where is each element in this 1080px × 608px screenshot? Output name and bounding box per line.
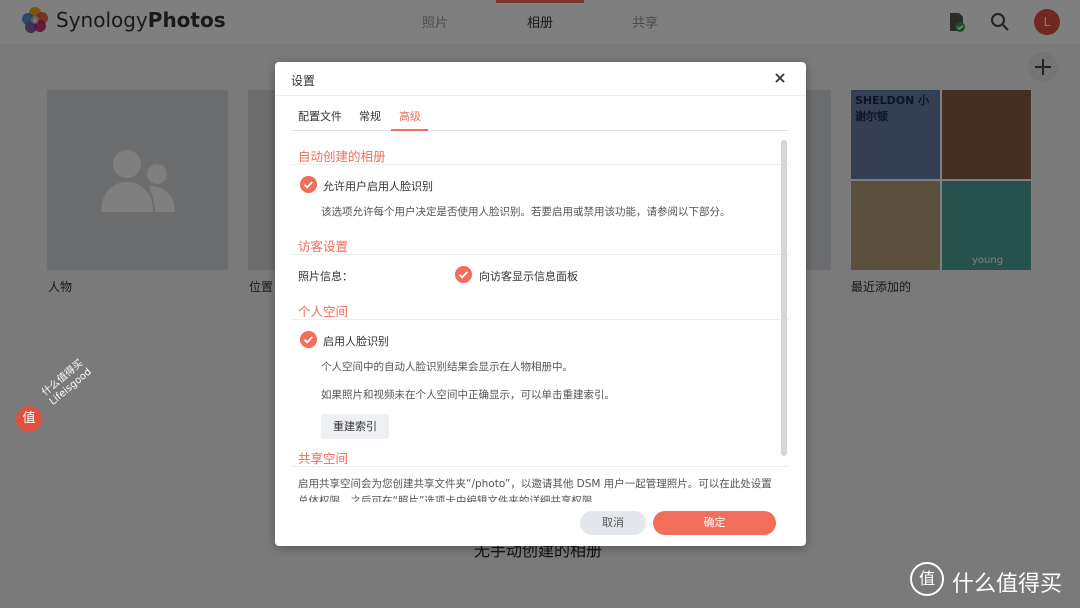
personal-face-desc: 个人空间中的自动人脸识别结果会显示在人物相册中。 bbox=[321, 361, 573, 373]
tab-advanced[interactable]: 高级 bbox=[399, 108, 421, 124]
settings-dialog: 设置 配置文件 常规 高级 自动创建的相册 允许用户启用人脸识别 该选项允许每个… bbox=[275, 62, 806, 546]
tab-general[interactable]: 常规 bbox=[359, 108, 381, 124]
show-info-panel-label: 向访客显示信息面板 bbox=[479, 270, 578, 283]
tab-bar-divider bbox=[291, 130, 789, 131]
scrollbar[interactable] bbox=[781, 140, 787, 456]
dialog-header-divider bbox=[275, 95, 806, 96]
face-recognition-user-checkbox-icon[interactable] bbox=[300, 176, 317, 193]
section-title-shared-space: 共享空间 bbox=[298, 451, 349, 466]
photo-info-field-label: 照片信息： bbox=[298, 270, 353, 283]
section-divider bbox=[291, 466, 789, 467]
section-divider bbox=[291, 164, 789, 165]
watermark-badge: 值 bbox=[16, 406, 42, 432]
enable-face-recognition-label: 启用人脸识别 bbox=[323, 335, 389, 348]
corner-watermark-badge: 值 bbox=[910, 562, 944, 596]
section-title-personal-space: 个人空间 bbox=[298, 304, 349, 319]
dialog-title: 设置 bbox=[291, 74, 316, 88]
active-dialog-tab-indicator bbox=[391, 129, 428, 131]
personal-face-recognition-checkbox-icon[interactable] bbox=[300, 331, 317, 348]
section-title-auto-albums: 自动创建的相册 bbox=[298, 149, 386, 164]
close-icon[interactable] bbox=[772, 70, 788, 86]
cancel-button[interactable]: 取消 bbox=[580, 511, 646, 535]
section-divider bbox=[291, 254, 789, 255]
allow-face-recognition-desc: 该选项允许每个用户决定是否使用人脸识别。若要启用或禁用该功能，请参阅以下部分。 bbox=[321, 206, 731, 218]
section-divider bbox=[291, 319, 789, 320]
shared-space-desc: 启用共享空间会为您创建共享文件夹“/photo”，以邀请其他 DSM 用户一起管… bbox=[298, 478, 772, 502]
corner-watermark-text: 什么值得买 bbox=[952, 572, 1063, 597]
reindex-hint: 如果照片和视频未在个人空间中正确显示，可以单击重建索引。 bbox=[321, 389, 615, 401]
section-title-visitor: 访客设置 bbox=[298, 239, 349, 254]
rebuild-index-button[interactable]: 重建索引 bbox=[321, 414, 389, 439]
settings-content: 自动创建的相册 允许用户启用人脸识别 该选项允许每个用户决定是否使用人脸识别。若… bbox=[275, 138, 806, 502]
ok-button[interactable]: 确定 bbox=[653, 511, 776, 535]
allow-face-recognition-label: 允许用户启用人脸识别 bbox=[323, 180, 433, 193]
tab-profile[interactable]: 配置文件 bbox=[298, 108, 342, 124]
show-info-panel-checkbox-icon[interactable] bbox=[455, 266, 472, 283]
